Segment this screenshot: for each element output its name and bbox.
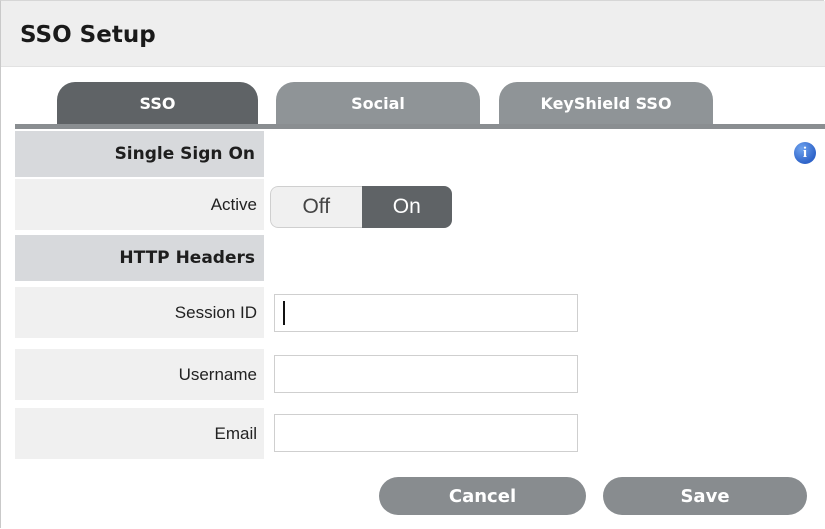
- cancel-button-label: Cancel: [448, 485, 517, 507]
- username-label: Username: [178, 364, 257, 384]
- section-http-headers: HTTP Headers: [15, 235, 264, 281]
- email-label-cell: Email: [15, 408, 264, 459]
- info-icon-glyph: i: [802, 144, 808, 161]
- session-id-label: Session ID: [174, 302, 257, 322]
- text-cursor: [283, 301, 285, 325]
- toggle-on-option[interactable]: On: [361, 186, 452, 228]
- tab-keyshield-sso[interactable]: KeyShield SSO: [499, 82, 713, 124]
- info-icon[interactable]: i: [794, 142, 816, 164]
- email-input[interactable]: [274, 414, 578, 452]
- save-button[interactable]: Save: [603, 477, 807, 515]
- tab-social-label: Social: [351, 93, 405, 113]
- save-button-label: Save: [680, 485, 730, 507]
- session-id-label-cell: Session ID: [15, 287, 264, 338]
- section-single-sign-on: Single Sign On: [15, 131, 264, 177]
- tab-underline: [15, 124, 825, 129]
- active-label: Active: [210, 194, 257, 214]
- active-label-cell: Active: [15, 179, 264, 230]
- page-title: SSO Setup: [20, 22, 156, 48]
- session-id-input[interactable]: [274, 294, 578, 332]
- tab-sso[interactable]: SSO: [57, 82, 258, 124]
- section-single-sign-on-label: Single Sign On: [114, 144, 255, 164]
- tab-sso-label: SSO: [139, 93, 176, 113]
- active-toggle[interactable]: Off On: [270, 186, 452, 228]
- section-http-headers-label: HTTP Headers: [119, 248, 255, 268]
- tab-social[interactable]: Social: [276, 82, 480, 124]
- email-label: Email: [214, 423, 257, 443]
- cancel-button[interactable]: Cancel: [379, 477, 586, 515]
- page-header: SSO Setup: [1, 1, 825, 67]
- username-input[interactable]: [274, 355, 578, 393]
- toggle-off-option[interactable]: Off: [270, 186, 362, 228]
- username-label-cell: Username: [15, 349, 264, 400]
- tab-keyshield-sso-label: KeyShield SSO: [540, 93, 672, 113]
